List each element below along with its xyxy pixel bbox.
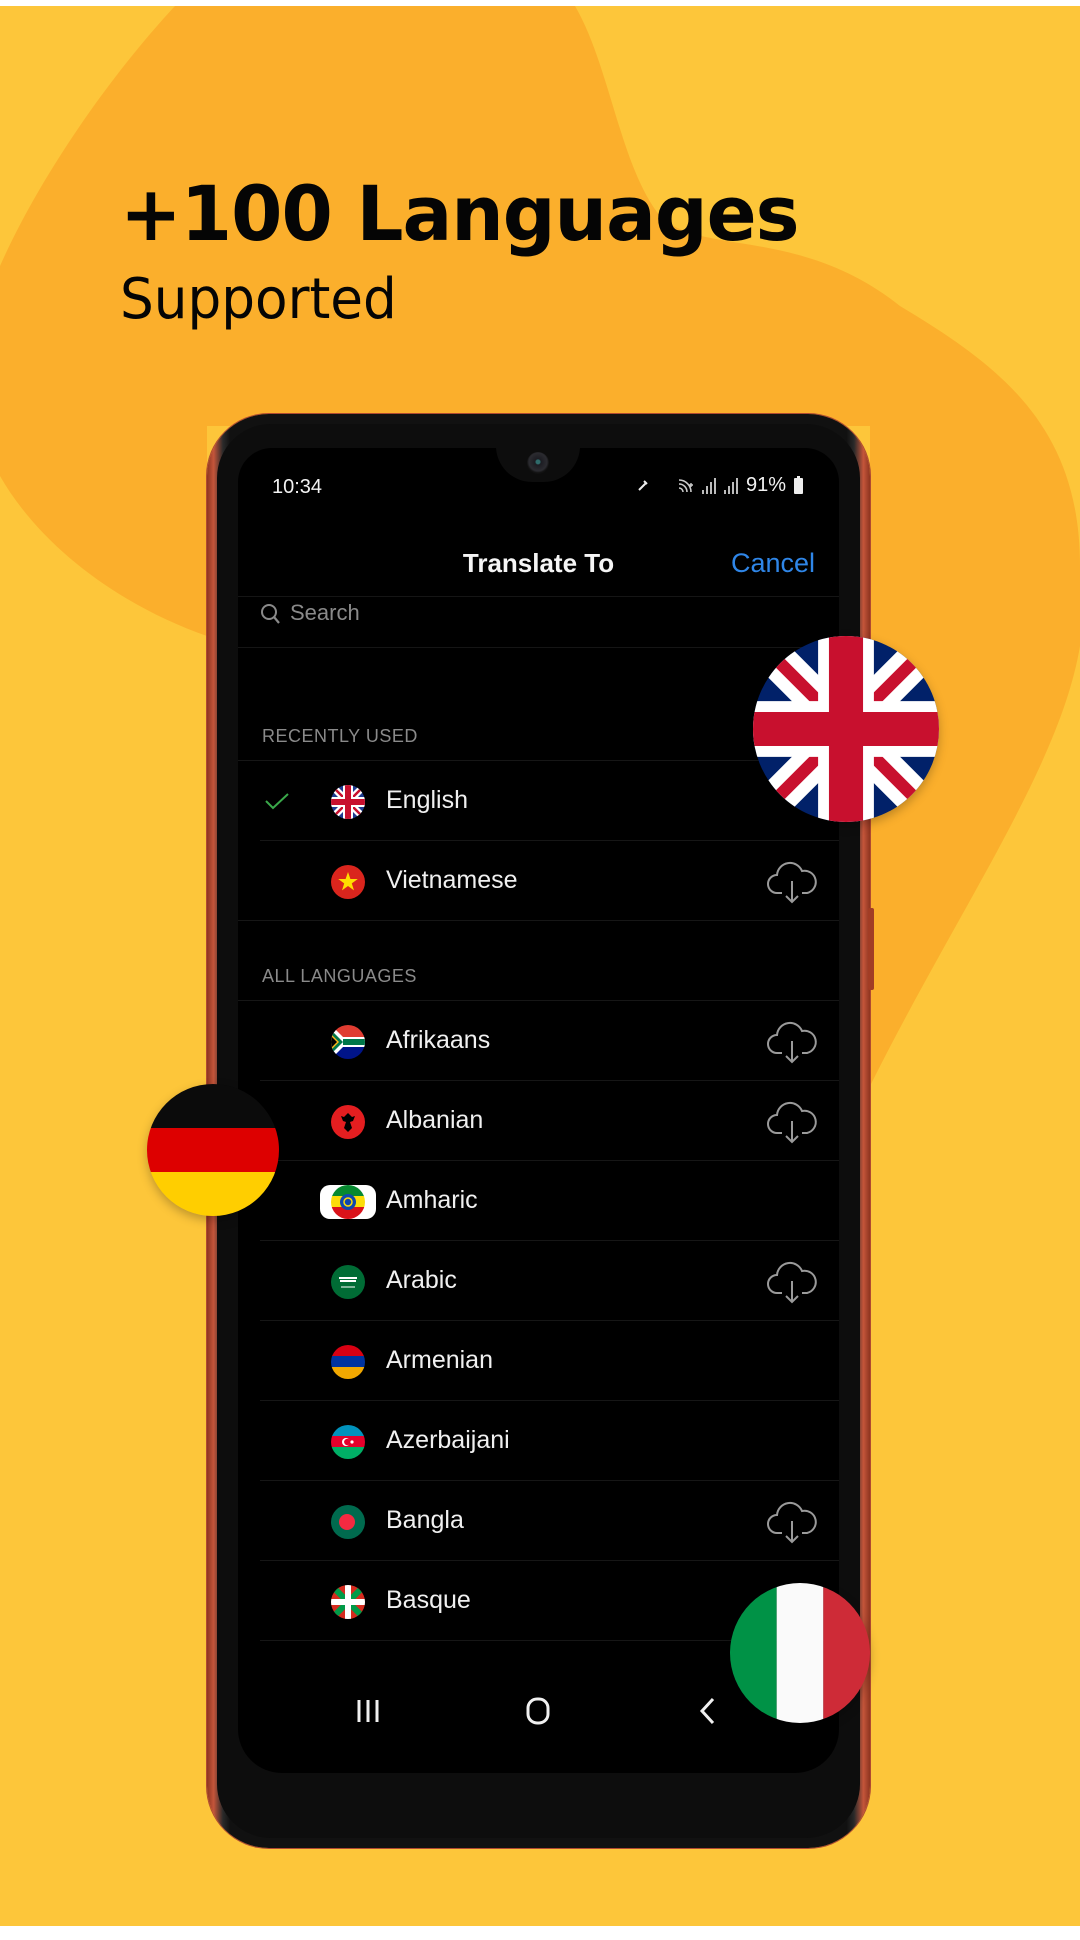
flag-armenia-icon	[331, 1345, 365, 1379]
language-row-bangla[interactable]: Bangla	[238, 1481, 839, 1561]
flag-ethiopia-icon	[320, 1185, 376, 1219]
language-label: Azerbaijani	[386, 1426, 510, 1454]
bluetooth-icon	[638, 479, 648, 491]
divider	[238, 920, 839, 921]
flag-south-africa-icon	[331, 1025, 365, 1059]
headline: +100 Languages	[120, 169, 800, 258]
flag-uk-icon	[331, 785, 365, 819]
wifi-calling-icon	[678, 478, 693, 492]
language-row-albanian[interactable]: Albanian	[238, 1081, 839, 1161]
signal-icon	[723, 477, 738, 494]
flag-saudi-arabia-icon	[331, 1265, 365, 1299]
signal-icon	[701, 477, 716, 494]
flag-basque-icon	[331, 1585, 365, 1619]
language-label: English	[386, 786, 468, 814]
recent-apps-icon[interactable]	[348, 1694, 388, 1728]
language-row-arabic[interactable]: Arabic	[238, 1241, 839, 1321]
cloud-download-icon[interactable]	[765, 1099, 819, 1145]
language-label: Afrikaans	[386, 1026, 491, 1054]
decor-flag-italy-icon	[730, 1583, 870, 1723]
language-row-azerbaijani[interactable]: Azerbaijani	[238, 1401, 839, 1481]
section-header-all: ALL LANGUAGES	[262, 966, 417, 986]
status-time: 10:34	[272, 476, 323, 498]
language-label: Albanian	[386, 1106, 484, 1134]
home-icon[interactable]	[518, 1694, 558, 1728]
battery-icon	[794, 475, 803, 494]
status-icons: 91%	[636, 474, 803, 497]
language-row-afrikaans[interactable]: Afrikaans	[238, 1001, 839, 1081]
checkmark-icon	[265, 793, 289, 810]
language-row-vietnamese[interactable]: Vietnamese	[238, 841, 839, 921]
cloud-download-icon[interactable]	[765, 1259, 819, 1305]
search-input[interactable]: Search	[238, 596, 839, 648]
cloud-download-icon[interactable]	[765, 1499, 819, 1545]
language-label: Bangla	[386, 1506, 464, 1534]
subheadline: Supported	[120, 267, 397, 332]
cancel-button[interactable]: Cancel	[731, 548, 815, 579]
language-label: Basque	[386, 1586, 471, 1614]
language-label: Arabic	[386, 1266, 457, 1294]
cloud-download-icon[interactable]	[765, 1019, 819, 1065]
decor-flag-germany-icon	[147, 1084, 279, 1216]
flag-albania-icon	[331, 1105, 365, 1139]
status-bar: 10:34 91%	[238, 468, 839, 508]
decor-flag-uk-icon	[753, 636, 939, 822]
language-row-armenian[interactable]: Armenian	[238, 1321, 839, 1401]
flag-azerbaijan-icon	[331, 1425, 365, 1459]
phone-side-button	[868, 908, 874, 990]
search-icon	[261, 604, 280, 624]
section-header-recent: RECENTLY USED	[262, 726, 418, 746]
search-placeholder: Search	[290, 600, 360, 625]
language-row-english[interactable]: English	[238, 761, 839, 841]
back-icon[interactable]	[688, 1694, 728, 1728]
language-row-amharic[interactable]: Amharic	[238, 1161, 839, 1241]
battery-percent: 91%	[745, 474, 786, 496]
flag-vietnam-icon	[331, 865, 365, 899]
phone-screen: 10:34 91% Translate To Cancel Search REC…	[238, 448, 839, 1773]
flag-bangladesh-icon	[331, 1505, 365, 1539]
language-label: Vietnamese	[386, 866, 518, 894]
language-label: Amharic	[386, 1186, 478, 1214]
cloud-download-icon[interactable]	[765, 859, 819, 905]
language-label: Armenian	[386, 1346, 493, 1374]
system-navbar	[238, 1694, 839, 1754]
